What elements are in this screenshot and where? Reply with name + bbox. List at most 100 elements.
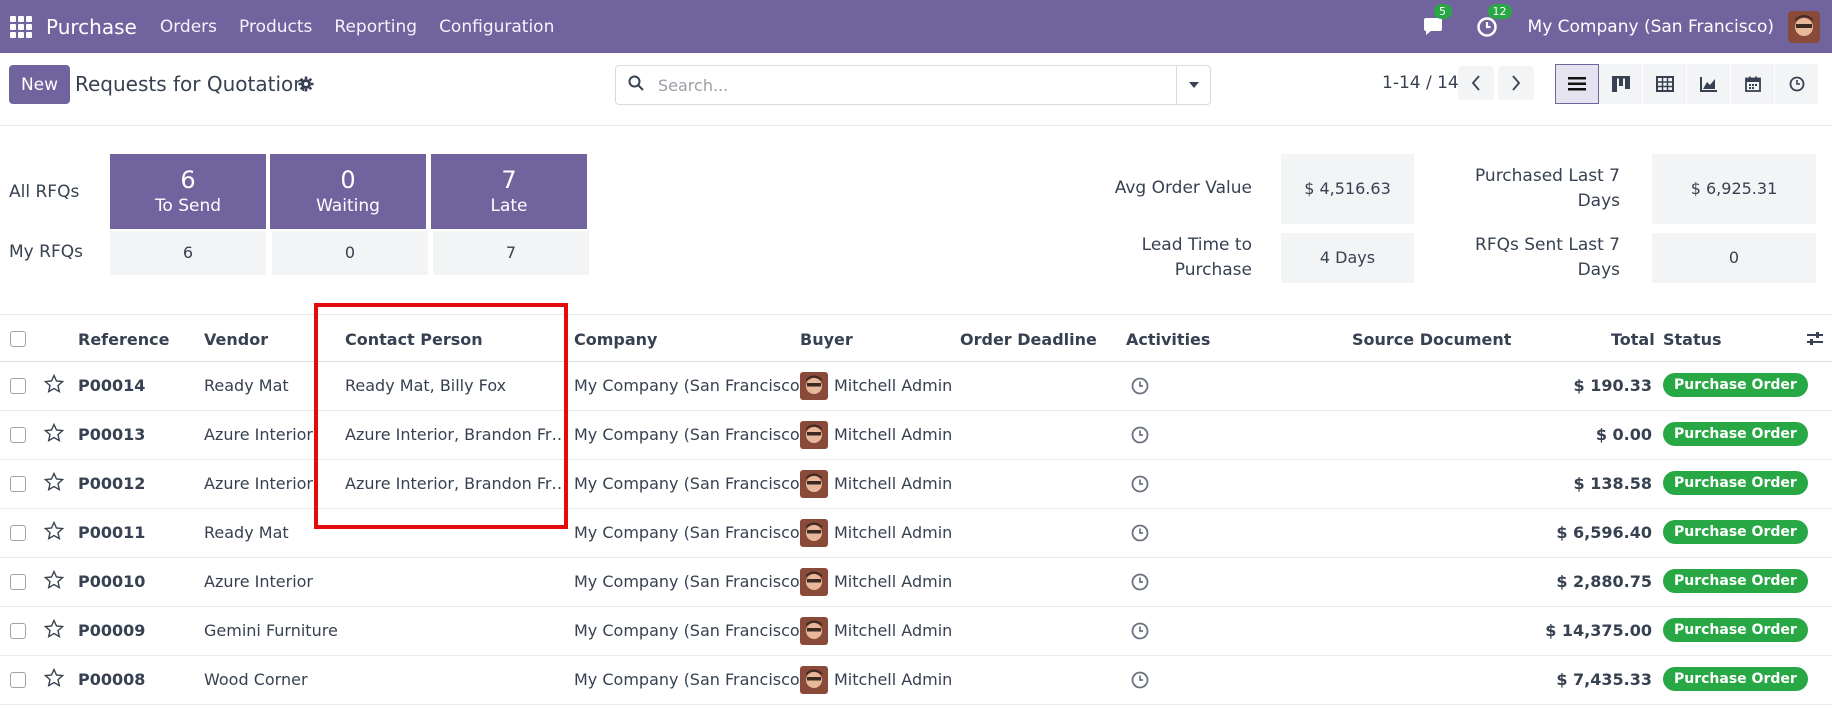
optional-columns-icon[interactable] <box>1806 331 1824 351</box>
activity-clock-icon[interactable] <box>1131 475 1149 497</box>
header-order-deadline[interactable]: Order Deadline <box>960 330 1097 349</box>
header-total[interactable]: Total <box>1611 330 1655 349</box>
buyer-avatar <box>800 421 828 449</box>
row-company: My Company (San Francisco) <box>574 670 806 689</box>
row-checkbox[interactable] <box>10 525 26 541</box>
activity-view-button[interactable] <box>1775 64 1819 104</box>
row-checkbox[interactable] <box>10 623 26 639</box>
header-contact-person[interactable]: Contact Person <box>345 330 483 349</box>
buyer-avatar <box>800 372 828 400</box>
row-buyer: Mitchell Admin <box>834 425 953 444</box>
late-count: 7 <box>501 166 517 194</box>
my-late-count[interactable]: 7 <box>433 231 589 275</box>
my-to-send-count[interactable]: 6 <box>110 231 266 275</box>
row-checkbox[interactable] <box>10 378 26 394</box>
activity-clock-icon[interactable] <box>1131 524 1149 546</box>
table-row[interactable]: P00009 Gemini Furniture My Company (San … <box>0 607 1832 656</box>
star-icon[interactable] <box>43 618 65 643</box>
avg-order-value: $ 4,516.63 <box>1281 154 1414 224</box>
tile-late[interactable]: 7 Late <box>431 154 587 229</box>
header-status[interactable]: Status <box>1663 330 1722 349</box>
search-options-toggle[interactable] <box>1176 66 1210 104</box>
search-input[interactable] <box>658 75 1158 95</box>
activity-clock-icon[interactable] <box>1131 426 1149 448</box>
header-source-document[interactable]: Source Document <box>1352 330 1511 349</box>
menu-reporting[interactable]: Reporting <box>323 17 428 37</box>
row-checkbox[interactable] <box>10 672 26 688</box>
header-activities[interactable]: Activities <box>1126 330 1210 349</box>
menu-products[interactable]: Products <box>228 17 323 37</box>
kanban-view-button[interactable] <box>1599 64 1643 104</box>
row-vendor: Azure Interior <box>204 572 314 591</box>
list-icon <box>1568 77 1586 91</box>
header-reference[interactable]: Reference <box>78 330 169 349</box>
to-send-label: To Send <box>154 196 222 216</box>
all-rfqs-label: All RFQs <box>9 182 80 202</box>
pager-previous-button[interactable] <box>1458 66 1494 100</box>
star-icon[interactable] <box>43 569 65 594</box>
company-switcher[interactable]: My Company (San Francisco) <box>1528 17 1774 37</box>
activity-clock-icon[interactable] <box>1131 573 1149 595</box>
row-total: $ 14,375.00 <box>1545 621 1652 640</box>
list-view-button[interactable] <box>1555 64 1599 104</box>
row-reference: P00011 <box>78 523 146 542</box>
menu-configuration[interactable]: Configuration <box>428 17 565 37</box>
star-icon[interactable] <box>43 471 65 496</box>
buyer-avatar <box>800 617 828 645</box>
star-icon[interactable] <box>43 373 65 398</box>
tile-waiting[interactable]: 0 Waiting <box>270 154 426 229</box>
row-reference: P00013 <box>78 425 146 444</box>
row-contact-person: Azure Interior, Brandon Fr… <box>345 425 568 444</box>
chevron-left-icon <box>1471 75 1480 91</box>
row-buyer: Mitchell Admin <box>834 376 953 395</box>
buyer-avatar <box>800 568 828 596</box>
apps-menu-icon[interactable] <box>10 15 32 38</box>
tile-to-send[interactable]: 6 To Send <box>110 154 266 229</box>
row-total: $ 0.00 <box>1595 425 1652 444</box>
star-icon[interactable] <box>43 667 65 692</box>
table-row[interactable]: P00011 Ready Mat My Company (San Francis… <box>0 509 1832 558</box>
messages-button[interactable]: 5 <box>1420 3 1452 40</box>
app-brand[interactable]: Purchase <box>46 15 137 39</box>
waiting-label: Waiting <box>316 196 380 216</box>
activity-clock-icon[interactable] <box>1131 671 1149 693</box>
select-all-checkbox[interactable] <box>10 331 26 347</box>
table-row[interactable]: P00008 Wood Corner My Company (San Franc… <box>0 656 1832 705</box>
user-avatar[interactable] <box>1788 10 1820 43</box>
purchased-label-line-1: Purchased Last 7 <box>1474 166 1620 186</box>
my-waiting-count[interactable]: 0 <box>272 231 428 275</box>
row-reference: P00010 <box>78 572 146 591</box>
activity-clock-icon[interactable] <box>1131 377 1149 399</box>
buyer-avatar <box>800 666 828 694</box>
menu-orders[interactable]: Orders <box>149 17 228 37</box>
table-row[interactable]: P00013 Azure Interior Azure Interior, Br… <box>0 411 1832 460</box>
clock-icon <box>1789 76 1804 92</box>
table-row[interactable]: P00012 Azure Interior Azure Interior, Br… <box>0 460 1832 509</box>
graph-view-button[interactable] <box>1687 64 1731 104</box>
calendar-view-button[interactable] <box>1731 64 1775 104</box>
header-vendor[interactable]: Vendor <box>204 330 268 349</box>
pager-next-button[interactable] <box>1498 66 1534 100</box>
purchased-label-line-2: Days <box>1577 191 1620 211</box>
rfqs-sent-value: 0 <box>1652 233 1816 283</box>
new-button[interactable]: New <box>9 65 70 104</box>
star-icon[interactable] <box>43 520 65 545</box>
status-badge: Purchase Order <box>1663 667 1808 691</box>
row-company: My Company (San Francisco) <box>574 425 806 444</box>
gear-icon[interactable] <box>298 76 314 96</box>
header-buyer[interactable]: Buyer <box>800 330 853 349</box>
activity-clock-icon[interactable] <box>1131 622 1149 644</box>
row-checkbox[interactable] <box>10 574 26 590</box>
activities-button[interactable]: 12 <box>1474 3 1512 40</box>
row-checkbox[interactable] <box>10 476 26 492</box>
table-row[interactable]: P00014 Ready Mat Ready Mat, Billy Fox My… <box>0 362 1832 411</box>
row-buyer: Mitchell Admin <box>834 474 953 493</box>
pivot-view-button[interactable] <box>1643 64 1687 104</box>
star-icon[interactable] <box>43 422 65 447</box>
header-company[interactable]: Company <box>574 330 657 349</box>
row-checkbox[interactable] <box>10 427 26 443</box>
pager-value[interactable]: 1-14 / 14 <box>1382 73 1459 93</box>
table-row[interactable]: P00010 Azure Interior My Company (San Fr… <box>0 558 1832 607</box>
row-total: $ 2,880.75 <box>1556 572 1652 591</box>
row-total: $ 138.58 <box>1573 474 1652 493</box>
